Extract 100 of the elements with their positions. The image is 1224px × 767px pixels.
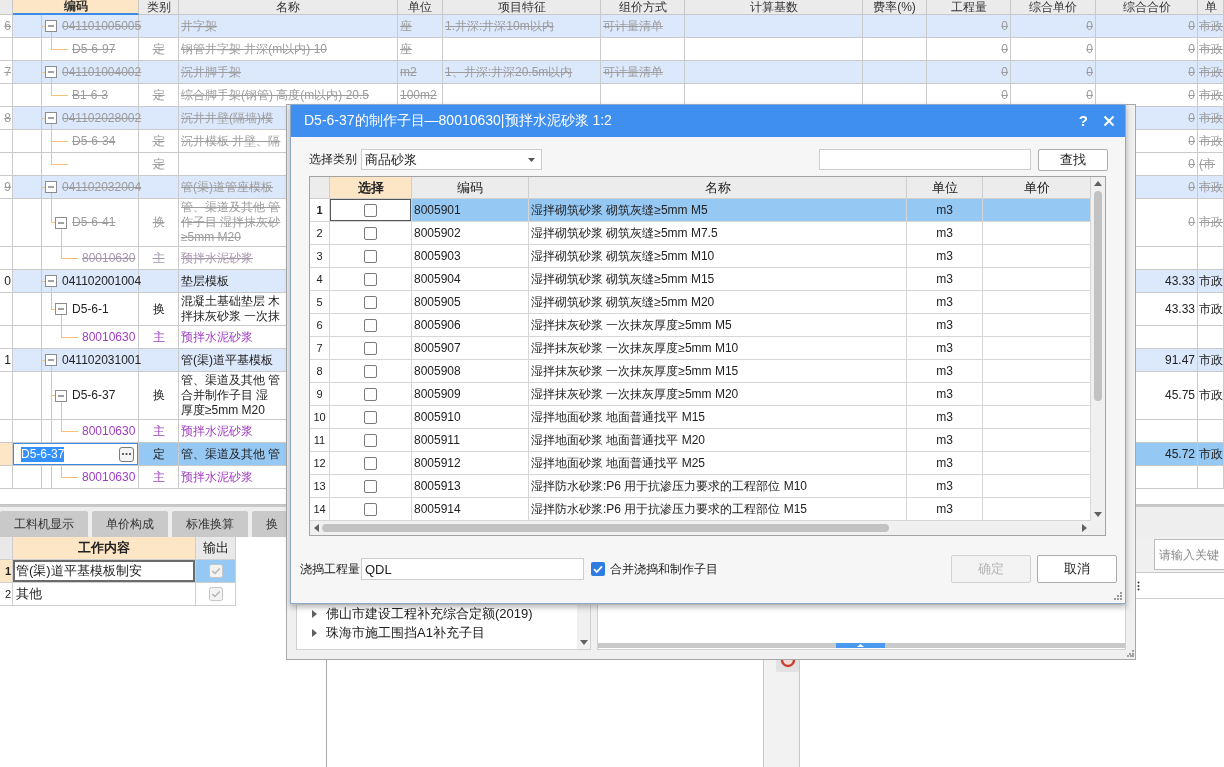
close-icon[interactable] bbox=[1103, 115, 1115, 127]
checkbox-label: 合并浇捣和制作子目 bbox=[610, 560, 718, 578]
minus-box-icon[interactable] bbox=[45, 354, 57, 366]
table-cell: 换 bbox=[139, 372, 179, 420]
left-triangle-icon[interactable] bbox=[314, 524, 319, 532]
header-cell bbox=[310, 177, 330, 199]
row-number: 13 bbox=[310, 475, 330, 498]
row-number: 4 bbox=[310, 268, 330, 291]
checkbox[interactable] bbox=[364, 295, 377, 309]
checkbox[interactable] bbox=[364, 502, 377, 516]
minus-box-icon[interactable] bbox=[55, 303, 67, 315]
up-triangle-icon[interactable] bbox=[1094, 181, 1102, 186]
row-number: 11 bbox=[310, 429, 330, 452]
checkbox[interactable] bbox=[364, 433, 377, 447]
item-code: 041101005005 bbox=[62, 18, 142, 34]
horizontal-scrollbar[interactable] bbox=[310, 521, 1091, 535]
table-cell bbox=[139, 15, 179, 38]
checkbox[interactable] bbox=[364, 341, 377, 355]
tree-item[interactable]: 珠海市施工围挡A1补充子目 bbox=[326, 623, 485, 642]
right-triangle-icon[interactable] bbox=[312, 628, 317, 637]
table-cell: 湿拌砌筑砂浆 砌筑灰缝≥5mm M5 bbox=[529, 199, 907, 222]
checkbox[interactable] bbox=[364, 203, 377, 217]
scrollbar-thumb[interactable] bbox=[1094, 191, 1102, 401]
table-cell: m3 bbox=[907, 383, 983, 406]
right-triangle-icon[interactable] bbox=[312, 610, 317, 619]
table-cell: 湿拌抹灰砂浆 一次抹灰厚度≥5mm M15 bbox=[529, 360, 907, 383]
table-cell: 8005901 bbox=[412, 199, 529, 222]
minus-box-icon[interactable] bbox=[55, 389, 67, 402]
checkbox[interactable] bbox=[364, 456, 377, 470]
tree-item[interactable]: 佛山市建设工程补充综合定额(2019) bbox=[326, 605, 533, 624]
row-number: 1 bbox=[310, 199, 330, 222]
minus-box-icon[interactable] bbox=[45, 112, 57, 124]
down-triangle-icon[interactable] bbox=[579, 640, 588, 645]
tab[interactable]: 标准换算 bbox=[172, 511, 248, 537]
checkbox[interactable] bbox=[364, 318, 377, 332]
right-triangle-icon[interactable] bbox=[1082, 524, 1087, 532]
table-cell: 湿拌抹灰砂浆 一次抹灰厚度≥5mm M10 bbox=[529, 337, 907, 360]
checkbox[interactable] bbox=[208, 564, 223, 578]
dialog-button[interactable]: 取消 bbox=[1037, 555, 1117, 583]
table-cell: 0 bbox=[927, 61, 1011, 84]
checkbox[interactable] bbox=[364, 364, 377, 378]
table-cell: 市政 bbox=[1198, 372, 1224, 420]
down-triangle-icon[interactable] bbox=[1094, 512, 1102, 517]
checkbox[interactable] bbox=[364, 272, 377, 286]
search-button[interactable]: 查找 bbox=[1038, 148, 1108, 171]
item-code: 80010630 bbox=[82, 469, 136, 485]
table-cell: 0 bbox=[1096, 61, 1198, 84]
table-cell: 市政 bbox=[1198, 443, 1224, 466]
column-header: 选择 bbox=[330, 177, 412, 199]
row-number: 7 bbox=[310, 337, 330, 360]
minus-box-icon[interactable] bbox=[45, 66, 57, 78]
table-row[interactable]: 1 8005901 湿拌砌筑砂浆 砌筑灰缝≥5mm M5 m3 bbox=[310, 199, 1091, 222]
checkbox[interactable] bbox=[364, 249, 377, 263]
table-cell[interactable]: 其他 bbox=[13, 583, 196, 606]
row-number: 3 bbox=[310, 245, 330, 268]
checkbox[interactable] bbox=[364, 387, 377, 401]
category-dropdown[interactable]: 商品砂浆 bbox=[361, 149, 542, 170]
row-number: 1 bbox=[0, 349, 13, 372]
search-field[interactable] bbox=[819, 149, 1031, 170]
table-cell: m3 bbox=[907, 314, 983, 337]
table-cell: 井字架 bbox=[179, 15, 398, 38]
more-button[interactable] bbox=[119, 446, 134, 462]
table-cell: 主 bbox=[139, 466, 179, 489]
table-cell bbox=[139, 61, 179, 84]
table-cell: 0 bbox=[1096, 15, 1198, 38]
minus-box-icon[interactable] bbox=[45, 275, 57, 287]
table-cell: m2 bbox=[398, 61, 443, 84]
table-cell: 市政 bbox=[1198, 130, 1224, 153]
minus-box-icon[interactable] bbox=[55, 216, 67, 229]
item-code: 80010630 bbox=[82, 250, 136, 266]
table-cell[interactable]: 管(渠)道平基模板制安 bbox=[13, 560, 196, 583]
checkbox[interactable] bbox=[591, 562, 605, 576]
quantity-field[interactable]: QDL bbox=[361, 558, 584, 580]
minus-box-icon[interactable] bbox=[45, 181, 57, 193]
checkbox[interactable] bbox=[364, 226, 377, 240]
row-number: 8 bbox=[310, 360, 330, 383]
resize-grip-icon[interactable] bbox=[1127, 650, 1134, 657]
table-cell: 1.井深:井深10m以内 bbox=[443, 15, 601, 38]
table-cell: 湿拌砌筑砂浆 砌筑灰缝≥5mm M20 bbox=[529, 291, 907, 314]
table-cell: 可计量清单 bbox=[601, 15, 685, 38]
checkbox[interactable] bbox=[208, 587, 223, 601]
vertical-scrollbar[interactable] bbox=[1091, 177, 1105, 521]
column-header: 工作内容 bbox=[13, 537, 196, 560]
row-number: 9 bbox=[0, 176, 13, 199]
tab[interactable]: 工料机显示 bbox=[0, 511, 88, 537]
search-field[interactable]: 请输入关键 bbox=[1154, 539, 1224, 570]
scrollbar-thumb[interactable] bbox=[322, 524, 889, 532]
item-code: D5-6-41 bbox=[72, 215, 116, 230]
checkbox[interactable] bbox=[364, 410, 377, 424]
vertical-dots-icon[interactable] bbox=[1137, 580, 1140, 591]
table-cell: m3 bbox=[907, 291, 983, 314]
vertical-scrollbar[interactable] bbox=[577, 605, 590, 649]
header-cell bbox=[0, 537, 13, 560]
checkbox[interactable] bbox=[364, 479, 377, 493]
tab[interactable]: 单价构成 bbox=[92, 511, 168, 537]
splitter-handle[interactable] bbox=[836, 643, 885, 648]
minus-box-icon[interactable] bbox=[45, 20, 57, 32]
item-code: D5-6-97 bbox=[72, 41, 116, 57]
caret-up-icon bbox=[857, 644, 864, 647]
resize-grip-icon[interactable] bbox=[1113, 591, 1122, 600]
